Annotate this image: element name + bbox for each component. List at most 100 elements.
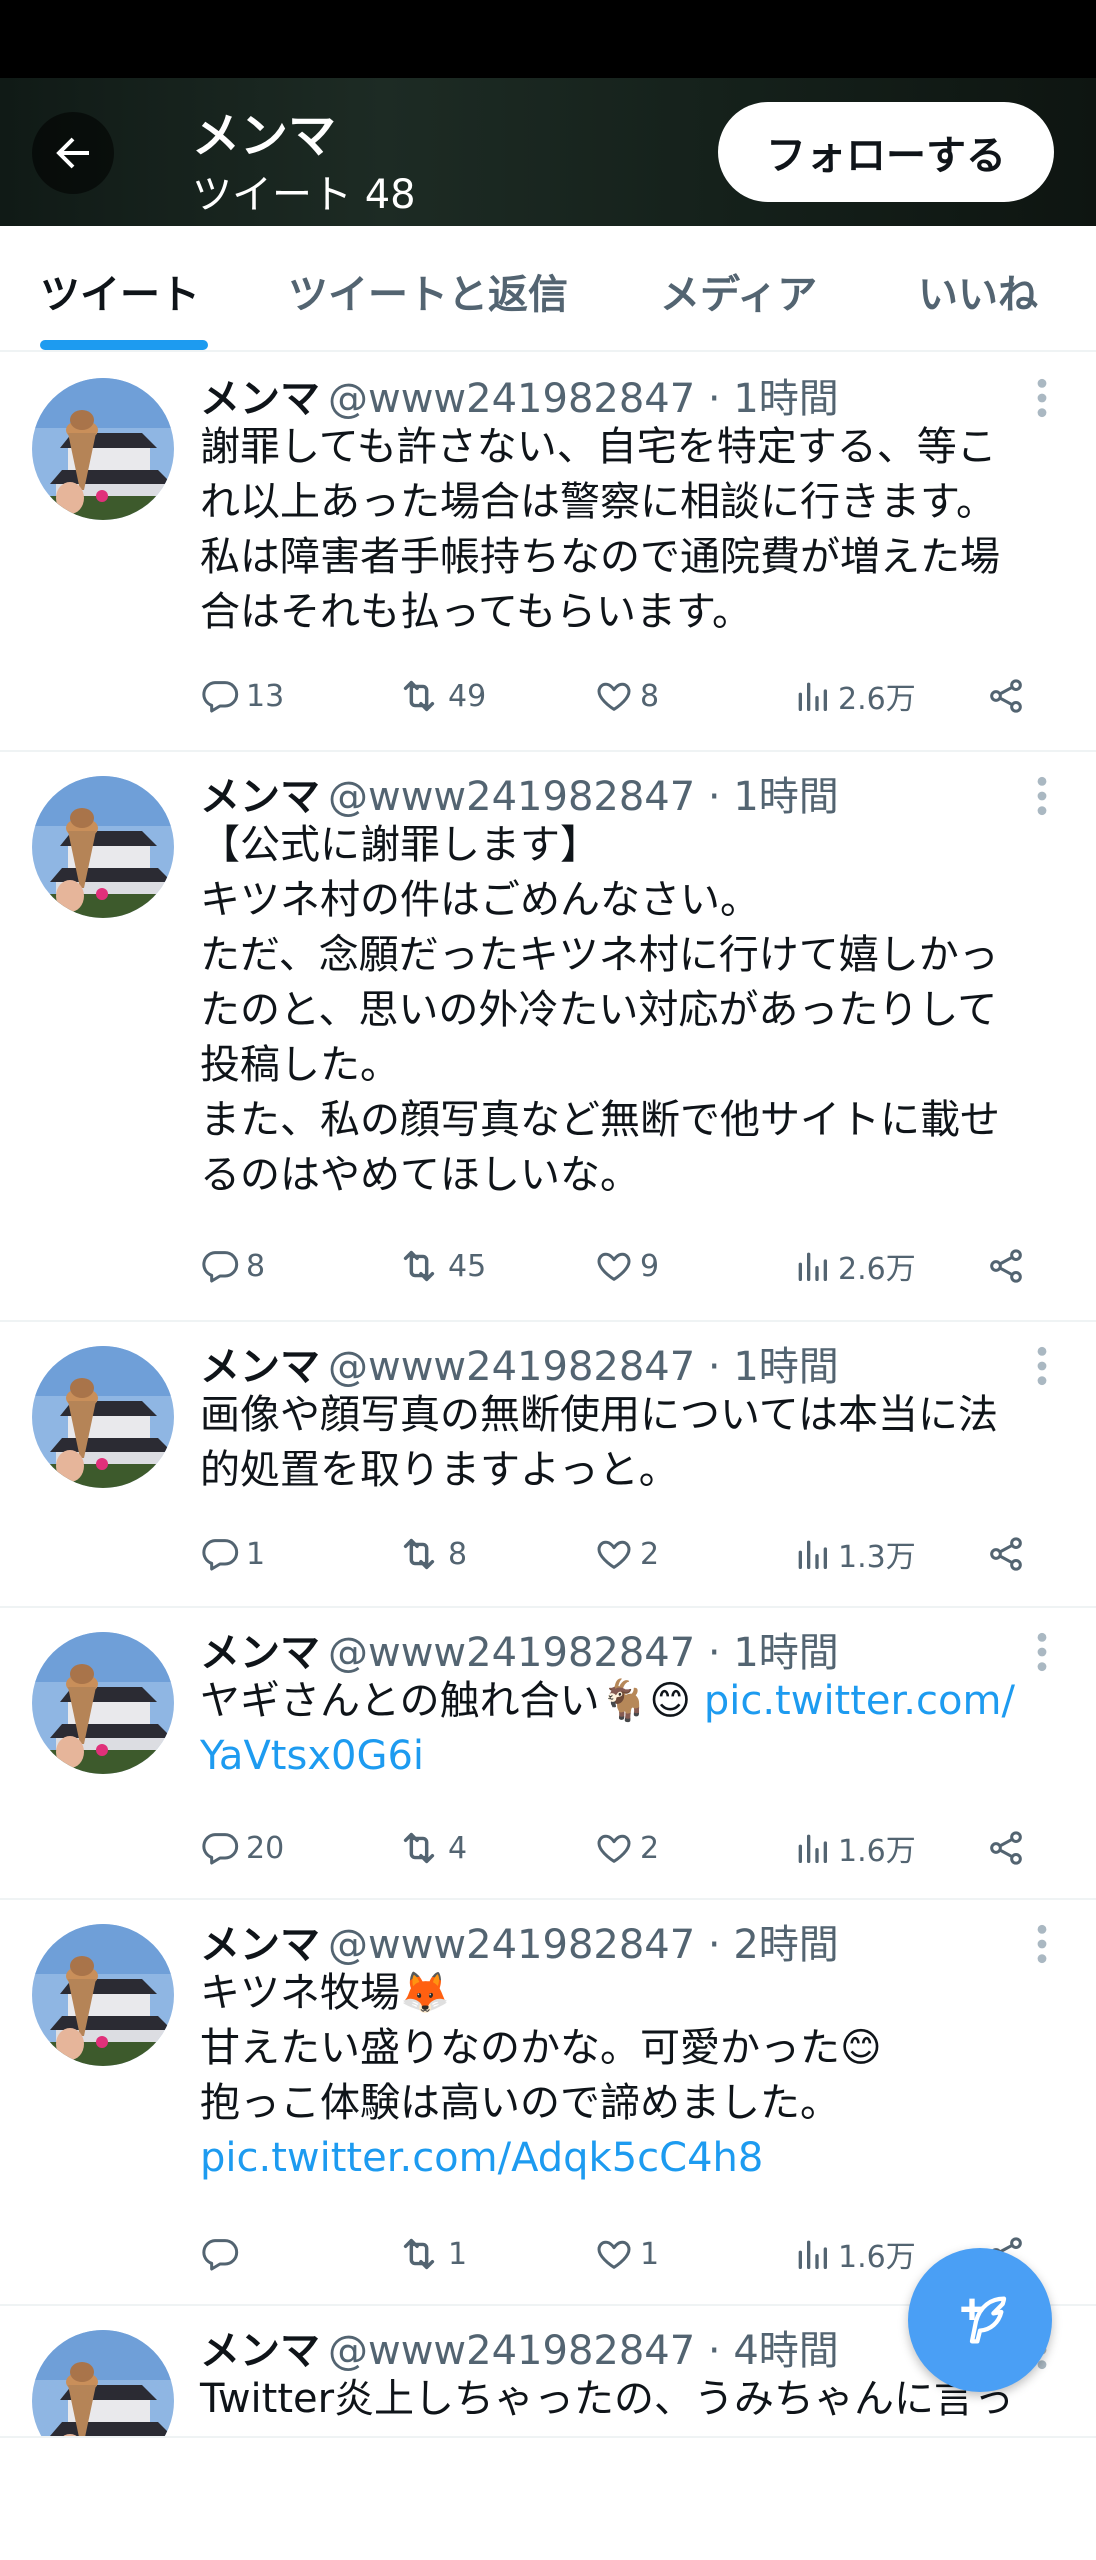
- retweet-count: 1: [448, 2236, 468, 2272]
- share-button[interactable]: [986, 666, 1032, 726]
- retweet-icon: [403, 680, 435, 712]
- tweet-time[interactable]: · 1時間: [708, 774, 839, 820]
- tweet-header: メンマ @www241982847 · 4時間: [200, 2318, 839, 2376]
- back-arrow-icon: [56, 137, 89, 169]
- like-count: 8: [640, 678, 660, 714]
- tweet-text-content: キツネ牧場🦊 甘えたい盛りなのかな。可愛かった😊 抱っこ体験は高いので諦めました…: [200, 1970, 882, 2126]
- tweet-time[interactable]: · 4時間: [708, 2328, 839, 2374]
- tweet-author-name[interactable]: メンマ: [200, 1344, 320, 1390]
- tweet[interactable]: メンマ @www241982847 · 1時間 謝罪しても許さない、自宅を特定する…: [0, 354, 1096, 752]
- views-button[interactable]: 1.3万: [792, 1524, 916, 1584]
- tab-likes[interactable]: いいね: [918, 262, 1038, 320]
- tab-tweets[interactable]: ツイート: [40, 262, 200, 320]
- avatar[interactable]: [32, 1924, 174, 2066]
- avatar[interactable]: [32, 1632, 174, 1774]
- tweet-time[interactable]: · 2時間: [708, 1922, 839, 1968]
- tweet-handle: @www241982847: [328, 2328, 696, 2374]
- reply-icon: [202, 681, 239, 713]
- tweet-text-content: 画像や顔写真の無断使用については本当に法 的処置を取りますよっと。: [200, 1392, 998, 1493]
- like-button[interactable]: 9: [594, 1236, 659, 1296]
- more-icon[interactable]: [1030, 376, 1054, 420]
- like-button[interactable]: 2: [594, 1818, 659, 1878]
- reply-button[interactable]: 8: [200, 1236, 265, 1296]
- more-icon[interactable]: [1030, 1922, 1054, 1966]
- tweet[interactable]: メンマ @www241982847 · 2時間 キツネ牧場🦊 甘えたい盛りなのかな…: [0, 1900, 1096, 2306]
- compose-icon: [961, 2296, 1007, 2344]
- tweet-time[interactable]: · 1時間: [708, 376, 839, 422]
- share-button[interactable]: [986, 1236, 1032, 1296]
- view-count: 1.6万: [838, 1834, 916, 1869]
- tweet-time[interactable]: · 1時間: [708, 1344, 839, 1390]
- reply-count: 20: [246, 1830, 285, 1866]
- tweet-handle: @www241982847: [328, 1922, 696, 1968]
- tweet-link[interactable]: pic.twitter.com/Adqk5cC4h8: [200, 2135, 763, 2181]
- views-button[interactable]: 1.6万: [792, 1818, 916, 1878]
- status-bar: [0, 0, 1096, 78]
- share-button[interactable]: [986, 1524, 1032, 1584]
- retweet-button[interactable]: 4: [396, 1818, 467, 1878]
- bottom-area: [0, 2436, 1096, 2560]
- tab-media[interactable]: メディア: [660, 262, 817, 320]
- compose-button[interactable]: [908, 2248, 1052, 2392]
- views-button[interactable]: 2.6万: [792, 1236, 916, 1296]
- tweet[interactable]: メンマ @www241982847 · 1時間 【公式に謝罪します】 キツネ村の件…: [0, 752, 1096, 1322]
- tweet-author-name[interactable]: メンマ: [200, 1922, 320, 1968]
- retweet-count: 8: [448, 1536, 468, 1572]
- views-icon: [798, 2240, 827, 2269]
- tweet-header: メンマ @www241982847 · 1時間: [200, 1620, 839, 1678]
- more-icon[interactable]: [1030, 774, 1054, 818]
- tweet-actions: 20 4 2 1.6万: [200, 1818, 1060, 1878]
- back-button[interactable]: [32, 112, 114, 194]
- tweet-handle: @www241982847: [328, 1630, 696, 1676]
- retweet-count: 45: [448, 1248, 487, 1284]
- reply-button[interactable]: 20: [200, 1818, 284, 1878]
- retweet-icon: [403, 2238, 435, 2270]
- avatar[interactable]: [32, 1346, 174, 1488]
- like-count: 2: [640, 1830, 660, 1866]
- tweet-author-name[interactable]: メンマ: [200, 2328, 320, 2374]
- follow-button[interactable]: フォローする: [718, 102, 1054, 202]
- views-button[interactable]: 1.6万: [792, 2224, 916, 2284]
- tweet-handle: @www241982847: [328, 1344, 696, 1390]
- retweet-button[interactable]: 1: [396, 2224, 467, 2284]
- tweet-text-content: Twitter炎上しちゃったの、うみちゃんに言っ: [200, 2376, 1015, 2422]
- retweet-button[interactable]: 45: [396, 1236, 486, 1296]
- tweet-author-name[interactable]: メンマ: [200, 774, 320, 820]
- share-icon: [990, 679, 1022, 713]
- retweet-button[interactable]: 8: [396, 1524, 467, 1584]
- tweet[interactable]: メンマ @www241982847 · 1時間 ヤギさんとの触れ合い🐐😊 pic.…: [0, 1608, 1096, 1900]
- avatar[interactable]: [32, 776, 174, 918]
- avatar[interactable]: [32, 378, 174, 520]
- reply-button[interactable]: 13: [200, 666, 284, 726]
- avatar-image: [32, 776, 174, 918]
- views-icon: [798, 1834, 827, 1863]
- views-button[interactable]: 2.6万: [792, 666, 916, 726]
- reply-button[interactable]: [200, 2224, 246, 2284]
- retweet-count: 4: [448, 1830, 468, 1866]
- more-icon[interactable]: [1030, 1630, 1054, 1674]
- like-button[interactable]: 2: [594, 1524, 659, 1584]
- tweet-text: 画像や顔写真の無断使用については本当に法 的処置を取りますよっと。: [200, 1388, 1060, 1498]
- tweet-text: ヤギさんとの触れ合い🐐😊 pic.twitter.com/ YaVtsx0G6i: [200, 1674, 1060, 1784]
- avatar-image: [32, 1632, 174, 1774]
- tweet-time[interactable]: · 1時間: [708, 1630, 839, 1676]
- share-button[interactable]: [986, 1818, 1032, 1878]
- tweet-text: キツネ牧場🦊 甘えたい盛りなのかな。可愛かった😊 抱っこ体験は高いので諦めました…: [200, 1966, 1060, 2186]
- tweet-text-content: 謝罪しても許さない、自宅を特定する、等こ れ以上あった場合は警察に相談に行きます…: [200, 424, 1000, 635]
- reply-button[interactable]: 1: [200, 1524, 265, 1584]
- tab-tweets-and-replies[interactable]: ツイートと返信: [288, 262, 568, 320]
- tweet-actions: 13 49 8 2.6万: [200, 666, 1060, 726]
- tweet-author-name[interactable]: メンマ: [200, 376, 320, 422]
- like-count: 1: [640, 2236, 660, 2272]
- profile-header: メンマ ツイート 48 フォローする: [0, 78, 1096, 226]
- reply-count: 8: [246, 1248, 266, 1284]
- more-icon[interactable]: [1030, 1344, 1054, 1388]
- like-button[interactable]: 8: [594, 666, 659, 726]
- tweet[interactable]: メンマ @www241982847 · 1時間 画像や顔写真の無断使用については本…: [0, 1322, 1096, 1608]
- retweet-icon: [403, 1250, 435, 1282]
- retweet-count: 49: [448, 678, 487, 714]
- retweet-button[interactable]: 49: [396, 666, 486, 726]
- tweet-author-name[interactable]: メンマ: [200, 1630, 320, 1676]
- like-button[interactable]: 1: [594, 2224, 659, 2284]
- tweet-count: ツイート 48: [192, 172, 416, 218]
